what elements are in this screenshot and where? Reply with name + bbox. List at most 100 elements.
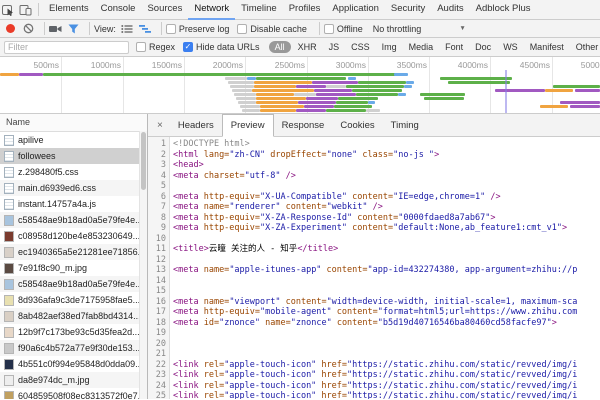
- request-row[interactable]: c58548ae9b18ad0a5e79fe4e...: [0, 276, 147, 292]
- type-pill-js[interactable]: JS: [324, 41, 345, 53]
- type-pill-all[interactable]: All: [269, 41, 291, 53]
- request-name: instant.14757a4a.js: [18, 199, 96, 209]
- request-row[interactable]: 604859508f08ec8313572f0e7...: [0, 388, 147, 399]
- request-row[interactable]: main.d6939ed6.css: [0, 180, 147, 196]
- throttling-select[interactable]: No throttling ▼: [373, 24, 466, 34]
- preserve-log-checkbox-box[interactable]: [166, 24, 176, 34]
- request-row[interactable]: 4b551c0f994e95848d0dda09...: [0, 356, 147, 372]
- file-icon: [4, 135, 14, 146]
- request-name: ec1940365a5e21281ee71856...: [18, 247, 145, 257]
- tab-adblock-plus[interactable]: Adblock Plus: [470, 0, 537, 20]
- type-pill-media[interactable]: Media: [404, 41, 439, 53]
- code-line: <meta name="viewport" content="width=dev…: [173, 297, 600, 308]
- regex-checkbox-box[interactable]: [136, 42, 146, 52]
- code-line: <html lang="zh-CN" dropEffect="none" cla…: [173, 150, 600, 161]
- type-pill-xhr[interactable]: XHR: [293, 41, 322, 53]
- type-pill-manifest[interactable]: Manifest: [525, 41, 569, 53]
- preserve-log-checkbox[interactable]: Preserve log: [166, 24, 230, 34]
- request-row[interactable]: f90a6c4b572a77e9f30de153...: [0, 340, 147, 356]
- request-name: apilive: [18, 135, 44, 145]
- capture-screenshots-icon[interactable]: [49, 24, 62, 34]
- offline-checkbox-box[interactable]: [324, 24, 334, 34]
- detail-tab-timing[interactable]: Timing: [383, 114, 427, 136]
- type-pill-ws[interactable]: WS: [498, 41, 523, 53]
- line-number: 6: [148, 192, 166, 203]
- waterfall-bar: [306, 97, 338, 100]
- disable-cache-checkbox[interactable]: Disable cache: [237, 24, 307, 34]
- timeline-overview[interactable]: 500ms1000ms1500ms2000ms2500ms3000ms3500m…: [0, 57, 600, 114]
- line-number: 14: [148, 276, 166, 287]
- waterfall-bar: [540, 105, 568, 108]
- request-row[interactable]: da8e974dc_m.jpg: [0, 372, 147, 388]
- tab-security[interactable]: Security: [385, 0, 431, 20]
- request-row[interactable]: followees: [0, 148, 147, 164]
- waterfall-bar: [254, 81, 312, 84]
- detail-tab-preview[interactable]: Preview: [222, 114, 274, 137]
- detail-tab-headers[interactable]: Headers: [170, 114, 222, 136]
- tab-sources[interactable]: Sources: [141, 0, 188, 20]
- tab-elements[interactable]: Elements: [43, 0, 95, 20]
- filter-icon[interactable]: [68, 24, 79, 34]
- code-line: <meta name="apple-itunes-app" content="a…: [173, 265, 600, 276]
- waterfall-bar: [256, 101, 298, 104]
- waterfall-bar: [228, 81, 254, 84]
- request-row[interactable]: 8d936afa9c3de7175958fae5...: [0, 292, 147, 308]
- line-number: 17: [148, 307, 166, 318]
- hide-data-urls-checkbox-box[interactable]: ✓: [183, 42, 193, 52]
- detail-tabs: HeadersPreviewResponseCookiesTiming: [170, 114, 427, 136]
- filter-input[interactable]: [4, 41, 129, 54]
- waterfall-bar: [260, 105, 304, 108]
- clear-button[interactable]: [23, 23, 34, 34]
- scrollbar-thumb[interactable]: [141, 132, 146, 190]
- waterfall-bar: [298, 101, 336, 104]
- waterfall-bar: [256, 77, 346, 80]
- type-pill-img[interactable]: Img: [377, 41, 402, 53]
- code-viewer[interactable]: 1234567891011121314151617181920212223242…: [148, 137, 600, 399]
- waterfall-bar: [0, 73, 19, 76]
- tab-audits[interactable]: Audits: [431, 0, 469, 20]
- tab-timeline[interactable]: Timeline: [235, 0, 283, 20]
- hide-data-urls-checkbox[interactable]: ✓ Hide data URLs: [183, 42, 260, 52]
- detail-tab-response[interactable]: Response: [274, 114, 333, 136]
- request-row[interactable]: instant.14757a4a.js: [0, 196, 147, 212]
- tab-profiles[interactable]: Profiles: [283, 0, 327, 20]
- gridline: [184, 57, 185, 113]
- type-pill-other[interactable]: Other: [571, 41, 600, 53]
- request-row[interactable]: 7e91f8c90_m.jpg: [0, 260, 147, 276]
- tab-console[interactable]: Console: [95, 0, 142, 20]
- request-row[interactable]: apilive: [0, 132, 147, 148]
- line-number: 23: [148, 370, 166, 381]
- close-icon[interactable]: ×: [148, 114, 170, 136]
- devtools-window: ElementsConsoleSourcesNetworkTimelinePro…: [0, 0, 600, 400]
- waterfall-bar: [43, 73, 396, 76]
- type-pill-css[interactable]: CSS: [346, 41, 375, 53]
- device-toolbar-icon[interactable]: [17, 0, 34, 19]
- regex-checkbox[interactable]: Regex: [136, 42, 175, 52]
- line-number: 20: [148, 339, 166, 350]
- sidebar-scrollbar[interactable]: [139, 131, 147, 399]
- code-line: <!DOCTYPE html>: [173, 139, 600, 150]
- request-row[interactable]: 8ab482aef38ed7fab8bd4314...: [0, 308, 147, 324]
- request-row[interactable]: c58548ae9b18ad0a5e79fe4e...: [0, 212, 147, 228]
- offline-checkbox[interactable]: Offline: [324, 24, 363, 34]
- record-button[interactable]: [6, 24, 15, 33]
- type-pill-font[interactable]: Font: [440, 41, 468, 53]
- type-pill-doc[interactable]: Doc: [470, 41, 496, 53]
- waterfall-view-icon[interactable]: [139, 24, 151, 34]
- detail-tab-cookies[interactable]: Cookies: [332, 114, 382, 136]
- requests-header[interactable]: Name: [0, 114, 147, 132]
- line-number: 16: [148, 297, 166, 308]
- inspect-icon[interactable]: [0, 0, 17, 19]
- disable-cache-checkbox-box[interactable]: [237, 24, 247, 34]
- request-row[interactable]: 12b9f7c173be93c5d35fea2d...: [0, 324, 147, 340]
- list-view-icon[interactable]: [121, 24, 133, 34]
- tab-network[interactable]: Network: [188, 0, 235, 20]
- tab-application[interactable]: Application: [326, 0, 384, 20]
- code-line: [173, 234, 600, 245]
- request-row[interactable]: z.298480f5.css: [0, 164, 147, 180]
- line-number: 21: [148, 349, 166, 360]
- code-line: <link rel="apple-touch-icon" href="https…: [173, 381, 600, 392]
- request-row[interactable]: c08958d120be4e853230649...: [0, 228, 147, 244]
- request-row[interactable]: ec1940365a5e21281ee71856...: [0, 244, 147, 260]
- waterfall-bar: [406, 81, 414, 84]
